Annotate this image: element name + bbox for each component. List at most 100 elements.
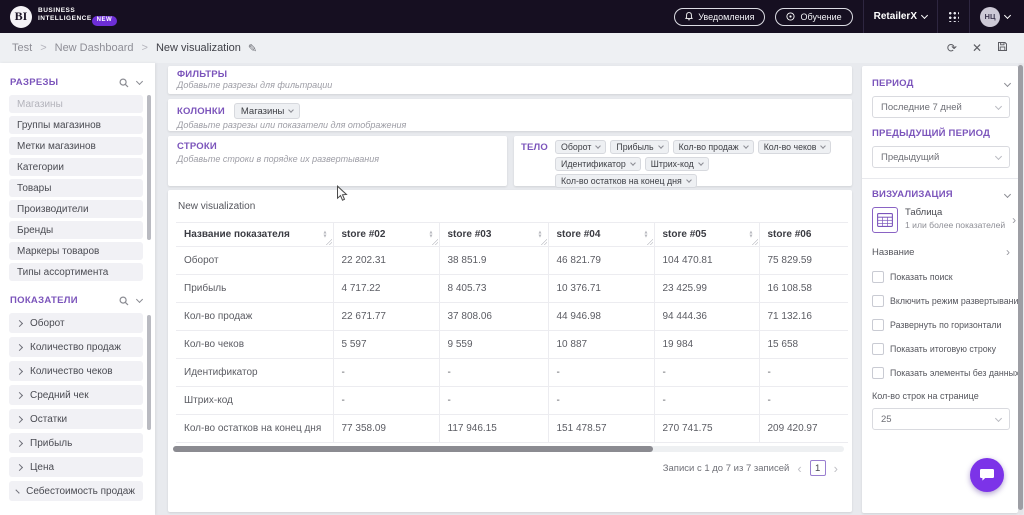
column-resize-handle[interactable] bbox=[751, 238, 758, 245]
help-ring-icon bbox=[786, 12, 795, 21]
row-label: Кол-во чеков bbox=[176, 331, 333, 359]
table-row: Штрих-код----- bbox=[176, 387, 848, 415]
next-page-icon[interactable]: › bbox=[834, 462, 838, 475]
column-header-name[interactable]: Название показателя▲▼ bbox=[176, 223, 333, 247]
close-icon[interactable]: ✕ bbox=[972, 41, 982, 55]
cell: 270 741.75 bbox=[654, 415, 759, 443]
checkbox-expand-horizontal[interactable]: Развернуть по горизонтали bbox=[872, 319, 1010, 331]
column-header-store05[interactable]: store #05▲▼ bbox=[654, 223, 759, 247]
checkbox-show-search[interactable]: Показать поиск bbox=[872, 271, 1010, 283]
org-selector[interactable]: RetailerX bbox=[874, 11, 927, 22]
body-chip-kolvo-chekov[interactable]: Кол-во чеков bbox=[758, 140, 832, 154]
columns-dropzone[interactable]: КОЛОНКИ Магазины Добавьте разрезы или по… bbox=[168, 99, 852, 131]
filters-dropzone[interactable]: ФИЛЬТРЫ Добавьте разрезы для фильтрации bbox=[168, 66, 852, 94]
chevron-down-icon bbox=[596, 143, 602, 149]
sidebar-item-ostatki[interactable]: Остатки bbox=[9, 409, 143, 429]
columns-chip-magaziny[interactable]: Магазины bbox=[234, 103, 300, 119]
page-scrollbar-thumb[interactable] bbox=[1018, 65, 1023, 510]
body-chip-identifikator[interactable]: Идентификатор bbox=[555, 157, 641, 171]
chip-label: Кол-во остатков на конец дня bbox=[561, 176, 682, 186]
refresh-icon[interactable]: ⟳ bbox=[947, 41, 957, 55]
page-number[interactable]: 1 bbox=[810, 460, 826, 476]
app-logo[interactable]: BI BUSINESS INTELLIGENCE NEW bbox=[10, 6, 117, 28]
visualization-type-row[interactable]: Таблица 1 или более показателей › bbox=[872, 207, 1010, 233]
checkbox-show-empty-items[interactable]: Показать элементы без данных bbox=[872, 367, 1010, 379]
column-resize-handle[interactable] bbox=[431, 238, 438, 245]
edit-title-icon[interactable]: ✎ bbox=[248, 42, 257, 55]
chat-bubble-icon bbox=[979, 468, 995, 483]
sidebar-item-proizvoditeli[interactable]: Производители bbox=[9, 200, 143, 218]
sidebar-item-kategorii[interactable]: Категории bbox=[9, 158, 143, 176]
collapse-section-icon[interactable] bbox=[136, 296, 143, 303]
sidebar-item-tipy-assortimenta[interactable]: Типы ассортимента bbox=[9, 263, 143, 281]
training-button[interactable]: Обучение bbox=[775, 8, 852, 26]
visualization-table-card: New visualization Название показателя▲▼ … bbox=[168, 190, 852, 512]
item-label: Цена bbox=[30, 462, 54, 473]
save-icon[interactable] bbox=[997, 41, 1008, 55]
cell: 75 829.59 bbox=[759, 247, 848, 275]
column-resize-handle[interactable] bbox=[646, 238, 653, 245]
sidebar-item-oborot[interactable]: Оборот bbox=[9, 313, 143, 333]
sidebar-item-metki-magazinov[interactable]: Метки магазинов bbox=[9, 137, 143, 155]
sidebar-item-sredniy-chek[interactable]: Средний чек bbox=[9, 385, 143, 405]
body-chip-pribyl[interactable]: Прибыль bbox=[610, 140, 668, 154]
sidebar-item-gruppy-magazinov[interactable]: Группы магазинов bbox=[9, 116, 143, 134]
sidebar-item-kolichestvo-prodazh[interactable]: Количество продаж bbox=[9, 337, 143, 357]
column-header-store03[interactable]: store #03▲▼ bbox=[439, 223, 548, 247]
rows-hint: Добавьте строки в порядке их развертыван… bbox=[177, 154, 498, 164]
sidebar-item-tsena[interactable]: Цена bbox=[9, 457, 143, 477]
item-label: Количество продаж bbox=[30, 342, 121, 353]
name-setting-row[interactable]: Название › bbox=[872, 245, 1010, 259]
topbar-divider bbox=[863, 0, 864, 33]
prev-period-select[interactable]: Предыдущий bbox=[872, 146, 1010, 168]
collapse-section-icon[interactable] bbox=[136, 78, 143, 85]
collapse-section-icon[interactable] bbox=[1004, 79, 1011, 86]
sidebar-item-pribyl[interactable]: Прибыль bbox=[9, 433, 143, 453]
prev-page-icon[interactable]: ‹ bbox=[797, 462, 801, 475]
column-resize-handle[interactable] bbox=[540, 238, 547, 245]
chevron-down-icon bbox=[630, 160, 636, 166]
expand-icon bbox=[16, 343, 23, 350]
avatar: НЦ bbox=[980, 7, 1000, 27]
horizontal-scrollbar-thumb[interactable] bbox=[173, 446, 653, 452]
sidebar-item-kolichestvo-chekov[interactable]: Количество чеков bbox=[9, 361, 143, 381]
checkbox-label: Развернуть по горизонтали bbox=[890, 320, 1001, 330]
sidebar-scrollbar[interactable] bbox=[147, 315, 151, 430]
breadcrumb-level2[interactable]: New Dashboard bbox=[55, 42, 134, 54]
column-header-store06[interactable]: store #06 bbox=[759, 223, 848, 247]
checkbox-show-total-row[interactable]: Показать итоговую строку bbox=[872, 343, 1010, 355]
body-chip-oborot[interactable]: Оборот bbox=[555, 140, 606, 154]
visualization-title: ВИЗУАЛИЗАЦИЯ bbox=[872, 189, 953, 200]
topbar-divider bbox=[969, 0, 970, 33]
notifications-button[interactable]: Уведомления bbox=[674, 8, 765, 26]
sidebar-item-markery-tovarov[interactable]: Маркеры товаров bbox=[9, 242, 143, 260]
body-dropzone[interactable]: ТЕЛО Оборот Прибыль Кол-во продаж Кол-во… bbox=[514, 136, 852, 186]
item-label: Себестоимость продаж bbox=[26, 486, 135, 497]
period-select[interactable]: Последние 7 дней bbox=[872, 96, 1010, 118]
column-header-store02[interactable]: store #02▲▼ bbox=[333, 223, 439, 247]
chevron-down-icon bbox=[995, 102, 1002, 109]
rows-per-page-select[interactable]: 25 bbox=[872, 408, 1010, 430]
breadcrumb-level1[interactable]: Test bbox=[12, 42, 32, 54]
user-menu[interactable]: НЦ bbox=[980, 7, 1010, 27]
cell: 9 559 bbox=[439, 331, 548, 359]
chat-button[interactable] bbox=[970, 458, 1004, 492]
column-header-store04[interactable]: store #04▲▼ bbox=[548, 223, 654, 247]
new-badge: NEW bbox=[92, 16, 118, 26]
sidebar-item-sebestoimost-prodazh[interactable]: Себестоимость продаж bbox=[9, 481, 143, 501]
column-resize-handle[interactable] bbox=[325, 238, 332, 245]
checkbox-enable-drilldown[interactable]: Включить режим развертывания bbox=[872, 295, 1010, 307]
sidebar-item-magaziny[interactable]: Магазины bbox=[9, 95, 143, 113]
rows-dropzone[interactable]: СТРОКИ Добавьте строки в порядке их разв… bbox=[168, 136, 507, 186]
collapse-section-icon[interactable] bbox=[1004, 190, 1011, 197]
sidebar-item-brendy[interactable]: Бренды bbox=[9, 221, 143, 239]
apps-grid-icon[interactable] bbox=[948, 11, 959, 22]
search-icon[interactable] bbox=[119, 296, 129, 306]
bell-icon bbox=[685, 12, 693, 21]
sidebar-item-tovary[interactable]: Товары bbox=[9, 179, 143, 197]
search-icon[interactable] bbox=[119, 78, 129, 88]
body-chip-shtrih-kod[interactable]: Штрих-код bbox=[645, 157, 709, 171]
body-chip-ostatki[interactable]: Кол-во остатков на конец дня bbox=[555, 174, 697, 188]
sidebar-scrollbar[interactable] bbox=[147, 95, 151, 240]
body-chip-kolvo-prodazh[interactable]: Кол-во продаж bbox=[673, 140, 754, 154]
